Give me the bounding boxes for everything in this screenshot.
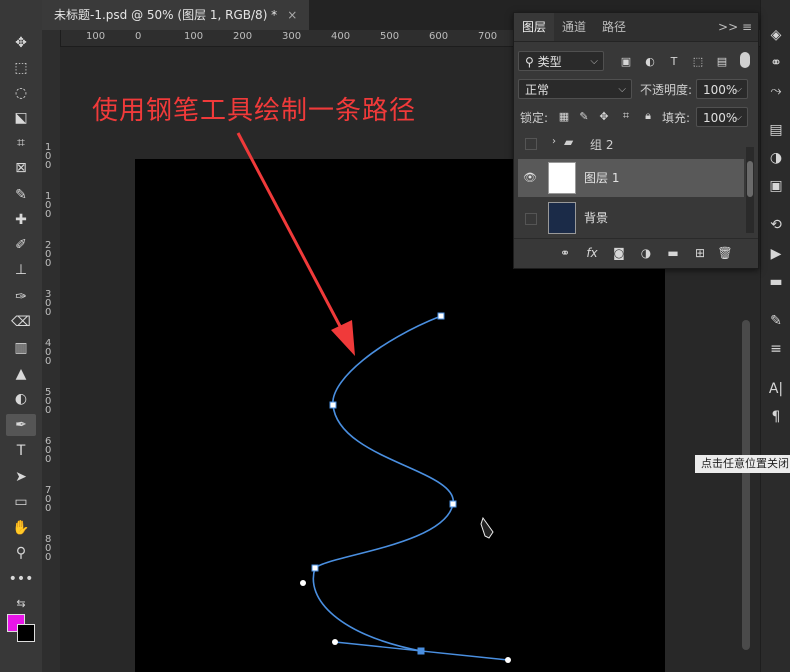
chevron-down-icon: ⌵ (618, 84, 626, 95)
direction-handle[interactable] (300, 580, 306, 586)
layer-name: 组 2 (590, 138, 614, 152)
layer-thumbnail (548, 202, 576, 234)
fx-icon[interactable]: fx (584, 245, 600, 261)
paths-panel-icon[interactable]: ⤳ (765, 81, 787, 101)
properties-panel-icon[interactable]: ▣ (765, 176, 787, 196)
layer-row-background[interactable]: 背景 (518, 199, 744, 237)
anchor-point-selected[interactable] (417, 647, 425, 655)
filter-type-select[interactable]: ⚲ 类型 ⌵ (518, 51, 604, 71)
layers-panel-footer: ⚭ fx ◙ ◑ ▬ ⊞ 🗑︎ (514, 238, 758, 267)
chevron-down-icon: ⌵ (734, 112, 742, 123)
chevron-right-icon[interactable]: › (552, 136, 556, 147)
history-panel-icon[interactable]: ⟲ (765, 215, 787, 235)
tab-channels[interactable]: 通道 (554, 13, 594, 41)
new-group-icon[interactable]: ▬ (665, 245, 681, 261)
panel-menu-icon[interactable]: >> ≡ (718, 13, 752, 41)
opacity-value: 100% (703, 83, 738, 97)
comments-panel-icon[interactable]: ▬ (765, 272, 787, 292)
opacity-field[interactable]: 100% ⌵ (696, 79, 748, 99)
brushes-panel-icon[interactable]: ≡ (765, 339, 787, 359)
filter-toggle[interactable] (740, 52, 750, 68)
search-icon: ⚲ (525, 55, 538, 69)
visibility-toggle-empty[interactable] (525, 213, 537, 225)
lock-transparent-icon[interactable]: ▦ (556, 108, 572, 124)
lock-all-icon[interactable]: 🔒︎ (640, 108, 656, 124)
layer-thumbnail (548, 162, 576, 194)
lock-artboard-icon[interactable]: ⌗ (618, 108, 634, 124)
opacity-label: 不透明度: (640, 83, 693, 97)
new-layer-icon[interactable]: ⊞ (692, 245, 708, 261)
direction-handle[interactable] (505, 657, 511, 663)
fill-field[interactable]: 100% ⌵ (696, 107, 748, 127)
libraries-panel-icon[interactable]: ▤ (765, 120, 787, 140)
canvas-scrollbar[interactable] (742, 320, 750, 650)
lock-label: 锁定: (520, 111, 549, 125)
anchor-point[interactable] (329, 401, 337, 409)
tooltip: 点击任意位置关闭 (695, 455, 790, 473)
pixel-filter-icon[interactable]: ▣ (618, 53, 634, 69)
layer-name: 图层 1 (584, 171, 620, 185)
blend-mode-select[interactable]: 正常 ⌵ (518, 79, 632, 99)
blend-mode-value: 正常 (525, 83, 550, 97)
chevron-down-icon: ⌵ (734, 84, 742, 95)
anchor-point[interactable] (437, 312, 445, 320)
fill-label: 填充: (662, 111, 691, 125)
anchor-point[interactable] (311, 564, 319, 572)
filter-select-value: 类型 (537, 55, 562, 69)
add-mask-icon[interactable]: ◙ (611, 245, 627, 261)
folder-icon: ▰ (564, 135, 574, 149)
adjustments-panel-icon[interactable]: ◑ (765, 148, 787, 168)
visibility-toggle-empty[interactable] (525, 138, 537, 150)
tab-layers[interactable]: 图层 (514, 13, 555, 41)
lock-image-icon[interactable]: ✎ (576, 108, 592, 124)
layers-panel-icon[interactable]: ◈ (765, 25, 787, 45)
adjustment-layer-icon[interactable]: ◑ (638, 245, 654, 261)
shape-filter-icon[interactable]: ⬚ (690, 53, 706, 69)
layer-row-group[interactable]: › ▰ 组 2 (518, 127, 744, 159)
annotation-arrow-head (331, 320, 355, 356)
anchor-point[interactable] (449, 500, 457, 508)
paragraph-panel-icon[interactable]: ¶ (765, 407, 787, 427)
type-filter-icon[interactable]: T (666, 53, 682, 69)
adjustment-filter-icon[interactable]: ◐ (642, 53, 658, 69)
layers-panel: 图层 通道 路径 >> ≡ ⚲ 类型 ⌵ ▣ ◐ T ⬚ ▤ 正常 ⌵ 不透明度: … (513, 12, 759, 269)
direction-handle[interactable] (332, 639, 338, 645)
link-layers-icon[interactable]: ⚭ (557, 245, 573, 261)
actions-panel-icon[interactable]: ▶ (765, 244, 787, 264)
tab-paths[interactable]: 路径 (594, 13, 634, 41)
layer-row-selected[interactable]: 👁︎ 图层 1 (518, 159, 744, 197)
brush-settings-icon[interactable]: ✎ (765, 311, 787, 331)
character-panel-icon[interactable]: A| (765, 379, 787, 399)
lock-position-icon[interactable]: ✥ (596, 108, 612, 124)
pen-path[interactable] (312, 315, 454, 652)
right-panel-strip: ◈ ⚭ ⤳ ▤ ◑ ▣ ⟲ ▶ ▬ ✎ ≡ A| ¶ (760, 0, 790, 672)
pen-cursor-icon (480, 516, 494, 539)
annotation-arrow (236, 132, 344, 331)
trash-icon[interactable]: 🗑︎ (717, 245, 733, 261)
chevron-down-icon: ⌵ (590, 56, 598, 67)
fill-value: 100% (703, 111, 738, 125)
layer-name: 背景 (584, 211, 609, 225)
eye-icon[interactable]: 👁︎ (522, 169, 538, 185)
layers-scrollbar-thumb[interactable] (747, 161, 753, 197)
channels-panel-icon[interactable]: ⚭ (765, 53, 787, 73)
panel-tabs: 图层 通道 路径 >> ≡ (514, 13, 758, 42)
annotation-text: 使用钢笔工具绘制一条路径 (92, 96, 417, 126)
smart-object-filter-icon[interactable]: ▤ (714, 53, 730, 69)
